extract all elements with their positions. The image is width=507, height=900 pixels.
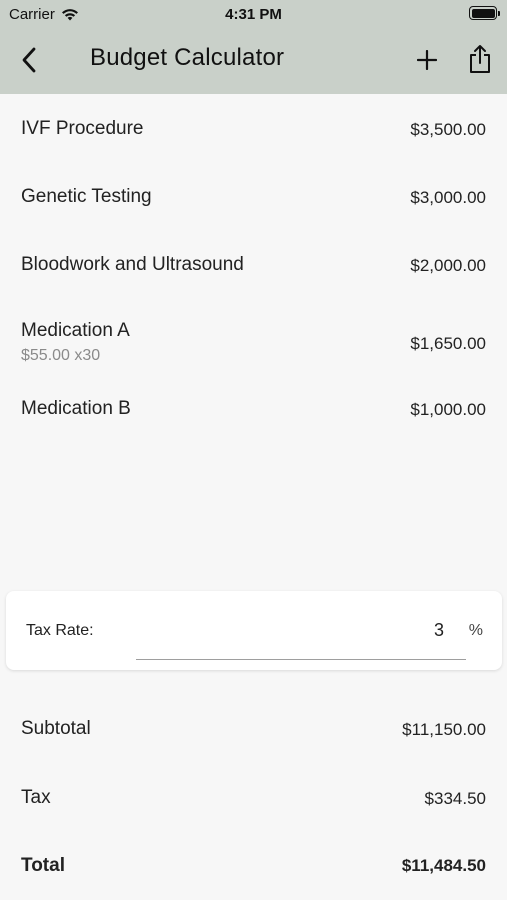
- battery-icon: [469, 6, 500, 20]
- plus-icon: [417, 50, 437, 70]
- list-item[interactable]: Medication A $55.00 x30 $1,650.00: [0, 298, 507, 386]
- item-name: Genetic Testing: [21, 186, 152, 207]
- tax-value: $334.50: [424, 789, 486, 808]
- item-price: $3,000.00: [410, 188, 486, 207]
- list-item[interactable]: Medication B $1,000.00: [0, 386, 507, 454]
- subtotal-row: Subtotal $11,150.00: [0, 700, 507, 760]
- share-icon: [470, 45, 490, 73]
- add-item-button[interactable]: [412, 44, 442, 76]
- status-bar: Carrier 4:31 PM: [0, 0, 507, 28]
- page-title: Budget Calculator: [90, 44, 285, 71]
- list-item[interactable]: IVF Procedure $3,500.00: [0, 94, 507, 162]
- total-value: $11,484.50: [401, 856, 486, 875]
- total-label: Total: [21, 855, 65, 876]
- back-chevron-icon: [22, 47, 36, 73]
- item-price: $2,000.00: [410, 256, 486, 275]
- item-price: $1,650.00: [410, 334, 486, 353]
- back-button[interactable]: [14, 44, 44, 76]
- share-button[interactable]: [465, 42, 495, 76]
- item-price: $1,000.00: [410, 400, 486, 419]
- tax-row: Tax $334.50: [0, 769, 507, 829]
- tax-rate-input[interactable]: 3 %: [136, 615, 483, 660]
- percent-suffix: %: [468, 622, 483, 639]
- list-item[interactable]: Genetic Testing $3,000.00: [0, 162, 507, 230]
- status-time: 4:31 PM: [225, 6, 282, 23]
- item-name: Medication B: [21, 398, 131, 419]
- budget-item-list: IVF Procedure $3,500.00 Genetic Testing …: [0, 94, 507, 454]
- total-row: Total $11,484.50: [0, 837, 507, 897]
- item-detail: $55.00 x30: [21, 347, 101, 364]
- tax-rate-value: 3: [433, 620, 444, 640]
- item-name: IVF Procedure: [21, 118, 144, 139]
- subtotal-value: $11,150.00: [402, 720, 486, 739]
- item-name: Bloodwork and Ultrasound: [21, 254, 244, 275]
- tax-rate-label: Tax Rate:: [26, 622, 94, 639]
- item-price: $3,500.00: [410, 120, 486, 139]
- header: Carrier 4:31 PM Budget Calculator: [0, 0, 507, 94]
- tax-rate-card: Tax Rate: 3 %: [6, 591, 502, 670]
- nav-bar: Budget Calculator: [0, 30, 507, 90]
- subtotal-label: Subtotal: [21, 718, 91, 739]
- item-name: Medication A: [21, 320, 130, 341]
- tax-label: Tax: [21, 787, 51, 808]
- list-item[interactable]: Bloodwork and Ultrasound $2,000.00: [0, 230, 507, 298]
